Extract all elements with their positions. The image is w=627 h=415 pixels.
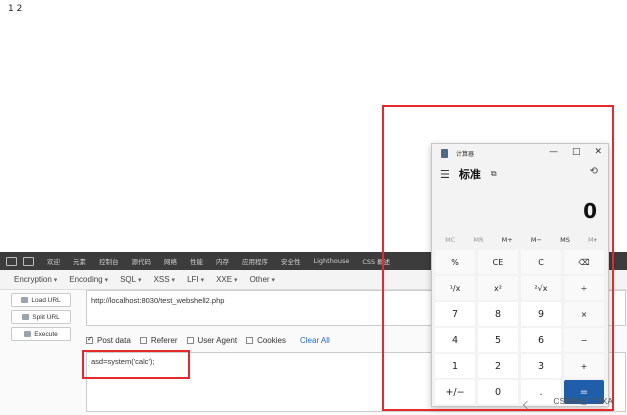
options-row: Post data Referer User Agent Cookies Cle… (86, 334, 330, 346)
execute-label: Execute (34, 330, 58, 338)
option-user-agent[interactable]: User Agent (186, 335, 238, 345)
devtools-tab-sources[interactable]: 源代码 (132, 256, 152, 266)
devtools-tab-performance[interactable]: 性能 (190, 256, 203, 266)
cookies-checkbox[interactable] (246, 336, 254, 344)
menu-lfi[interactable]: LFI (187, 275, 204, 284)
split-icon (22, 314, 30, 320)
inspect-icon[interactable] (6, 256, 17, 266)
load-url-label: Load URL (31, 296, 61, 304)
menu-encryption[interactable]: Encryption (14, 275, 57, 284)
referer-label: Referer (150, 335, 178, 345)
menu-xss[interactable]: XSS (154, 275, 175, 284)
menu-sql[interactable]: SQL (120, 275, 141, 284)
execute-button[interactable]: Execute (11, 327, 71, 341)
devtools-tab-network[interactable]: 网络 (164, 256, 177, 266)
highlight-box-payload (82, 350, 190, 379)
user-agent-checkbox[interactable] (186, 336, 194, 344)
devtools-tab-console[interactable]: 控制台 (99, 256, 119, 266)
devtools-tab-lighthouse[interactable]: Lighthouse (314, 257, 350, 265)
referer-checkbox[interactable] (139, 336, 147, 344)
split-url-button[interactable]: Split URL (11, 310, 71, 324)
user-agent-label: User Agent (197, 335, 238, 345)
devtools-tab-security[interactable]: 安全性 (281, 256, 301, 266)
option-cookies[interactable]: Cookies (246, 336, 286, 345)
load-icon (21, 297, 29, 303)
watermark: CSDN @DMXA (553, 396, 613, 406)
url-value: http://localhost:8030/test_webshell2.php (91, 296, 225, 305)
load-url-button[interactable]: Load URL (11, 293, 71, 307)
devtools-tab-elements[interactable]: 元素 (73, 256, 86, 266)
post-data-checkbox[interactable] (86, 335, 93, 344)
option-referer[interactable]: Referer (139, 335, 178, 345)
cookies-label: Cookies (257, 335, 286, 345)
devtools-tab-application[interactable]: 应用程序 (242, 256, 268, 266)
device-toolbar-icon[interactable] (23, 256, 34, 266)
execute-icon (24, 331, 32, 337)
devtools-tab-welcome[interactable]: 欢迎 (47, 256, 60, 266)
menu-encoding[interactable]: Encoding (69, 275, 108, 284)
post-data-label: Post data (97, 335, 131, 345)
option-post-data[interactable]: Post data (86, 335, 131, 345)
page-output-text: 1 2 (8, 4, 23, 14)
split-url-label: Split URL (32, 313, 60, 321)
menu-other[interactable]: Other (250, 275, 275, 284)
menu-xxe[interactable]: XXE (216, 275, 237, 284)
highlight-box-calculator (382, 105, 614, 411)
devtools-tab-memory[interactable]: 内存 (216, 256, 229, 266)
clear-all-link[interactable]: Clear All (300, 336, 330, 345)
